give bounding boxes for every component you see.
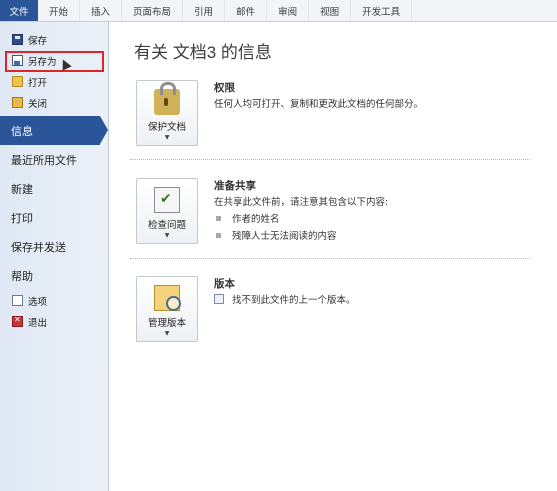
versions-section: 管理版本 ▼ 版本 找不到此文件的上一个版本。 [134, 276, 534, 346]
nav-exit-label: 退出 [28, 317, 48, 329]
list-item-text: 残障人士无法阅读的内容 [232, 231, 337, 242]
ribbon-tab-bar: 文件 开始 插入 页面布局 引用 邮件 审阅 视图 开发工具 [0, 0, 557, 22]
tab-developer[interactable]: 开发工具 [351, 0, 413, 21]
exit-icon [12, 315, 23, 327]
protect-document-label: 保护文档 [147, 122, 186, 133]
list-item-text: 作者的姓名 [232, 214, 280, 225]
tab-file[interactable]: 文件 [0, 0, 38, 21]
versions-desc-row: 找不到此文件的上一个版本。 [214, 292, 356, 306]
nav-options[interactable]: 选项 [0, 290, 108, 311]
nav-options-label: 选项 [28, 296, 48, 308]
inspect-document-icon [154, 187, 180, 213]
nav-close-label: 关闭 [28, 98, 48, 110]
save-as-highlight-box [5, 51, 104, 72]
options-icon [12, 295, 23, 306]
nav-open[interactable]: 打开 [0, 71, 108, 92]
divider [130, 258, 530, 259]
versions-desc: 找不到此文件的上一个版本。 [232, 295, 356, 306]
list-item: 残障人士无法阅读的内容 [214, 228, 337, 242]
prepare-section: 检查问题 ▼ 准备共享 在共享此文件前，请注意其包含以下内容: 作者的姓名 残障… [134, 178, 534, 248]
prepare-title: 准备共享 [214, 180, 256, 192]
chevron-down-icon: ▼ [164, 134, 170, 141]
manage-versions-button[interactable]: 管理版本 ▼ [136, 276, 198, 342]
permissions-desc: 任何人均可打开、复制和更改此文档的任何部分。 [214, 99, 424, 110]
tab-references[interactable]: 引用 [183, 0, 226, 21]
nav-exit[interactable]: 退出 [0, 311, 108, 332]
nav-print[interactable]: 打印 [0, 203, 108, 232]
lock-icon [154, 82, 180, 115]
permissions-section: 保护文档 ▼ 权限 任何人均可打开、复制和更改此文档的任何部分。 [134, 80, 534, 150]
document-icon [214, 294, 224, 304]
permissions-title: 权限 [214, 82, 235, 94]
tab-insert[interactable]: 插入 [80, 0, 123, 21]
divider [130, 159, 530, 160]
tab-review[interactable]: 审阅 [267, 0, 310, 21]
protect-document-button[interactable]: 保护文档 ▼ [136, 80, 198, 146]
open-folder-icon [12, 76, 23, 87]
versions-title: 版本 [214, 278, 235, 290]
page-title: 有关 文档3 的信息 [134, 43, 272, 62]
list-item: 作者的姓名 [214, 211, 280, 225]
check-issues-button[interactable]: 检查问题 ▼ [136, 178, 198, 244]
tab-page-layout[interactable]: 页面布局 [122, 0, 184, 21]
chevron-down-icon: ▼ [164, 232, 170, 239]
tab-mailings[interactable]: 邮件 [225, 0, 268, 21]
nav-info[interactable]: 信息 [0, 116, 108, 145]
bullet-icon [216, 215, 221, 221]
nav-close[interactable]: 关闭 [0, 92, 108, 113]
versions-icon [154, 285, 181, 311]
tab-home[interactable]: 开始 [38, 0, 81, 21]
close-folder-icon [12, 97, 23, 108]
tab-view[interactable]: 视图 [309, 0, 352, 21]
chevron-down-icon: ▼ [164, 330, 170, 337]
nav-save[interactable]: 保存 [0, 29, 108, 50]
manage-versions-label: 管理版本 [147, 318, 186, 329]
bullet-icon [216, 232, 221, 238]
info-pane: 有关 文档3 的信息 保护文档 ▼ 权限 任何人均可打开、复制和更改此文档的任何… [110, 22, 557, 491]
nav-recent[interactable]: 最近所用文件 [0, 145, 108, 174]
save-icon [12, 34, 23, 45]
nav-help[interactable]: 帮助 [0, 261, 108, 290]
nav-open-label: 打开 [28, 77, 48, 89]
check-issues-label: 检查问题 [147, 220, 186, 231]
nav-new[interactable]: 新建 [0, 174, 108, 203]
nav-save-send[interactable]: 保存并发送 [0, 232, 108, 261]
nav-save-label: 保存 [28, 35, 48, 47]
prepare-desc: 在共享此文件前，请注意其包含以下内容: [214, 197, 389, 208]
backstage-nav: 保存 另存为 打开 关闭 信息 最近所用文件 新建 打印 保存并发送 帮助 选项… [0, 22, 109, 491]
